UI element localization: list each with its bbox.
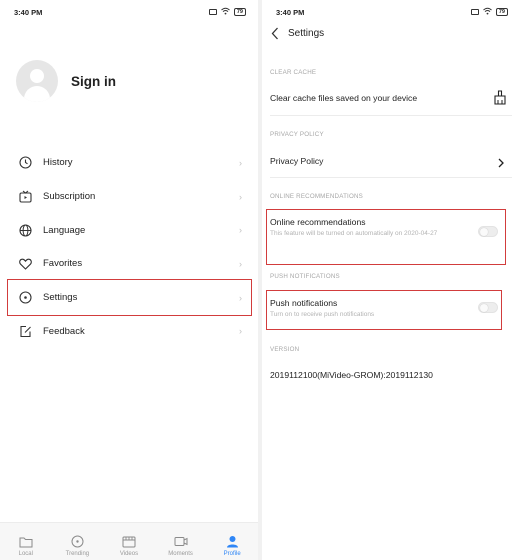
chevron-right-icon: › bbox=[239, 258, 242, 269]
menu-item-label: Language bbox=[43, 224, 86, 236]
sim-icon bbox=[470, 9, 479, 15]
push-notifications-label: Push notifications bbox=[270, 298, 338, 308]
status-time: 3:40 PM bbox=[14, 8, 43, 17]
chevron-right-icon bbox=[498, 155, 504, 173]
online-recommendations-label: Online recommendations bbox=[270, 217, 366, 227]
nav-label: Trending bbox=[65, 551, 90, 557]
video-grid-icon bbox=[122, 535, 136, 548]
broom-icon bbox=[494, 90, 506, 110]
section-clear-cache: CLEAR CACHE bbox=[270, 69, 317, 76]
sim-icon bbox=[208, 9, 217, 15]
profile-screen: 3:40 PM 79 Sign in History › Subscriptio… bbox=[0, 0, 258, 560]
status-bar: 3:40 PM 79 bbox=[262, 0, 520, 22]
privacy-policy-label: Privacy Policy bbox=[270, 156, 324, 166]
chevron-right-icon: › bbox=[239, 191, 242, 202]
menu-item-label: Settings bbox=[43, 292, 78, 304]
push-notifications-subtitle: Turn on to receive push notifications bbox=[270, 311, 375, 318]
wifi-icon bbox=[483, 7, 492, 17]
nav-tab-moments[interactable]: Moments bbox=[155, 523, 207, 560]
back-arrow-icon[interactable] bbox=[268, 26, 282, 40]
subscription-icon bbox=[18, 190, 32, 204]
nav-tab-local[interactable]: Local bbox=[0, 523, 52, 560]
nav-tab-trending[interactable]: Trending bbox=[52, 523, 104, 560]
wifi-icon bbox=[221, 7, 230, 17]
online-recommendations-toggle[interactable] bbox=[478, 226, 498, 237]
nav-tab-videos[interactable]: Videos bbox=[103, 523, 155, 560]
chevron-right-icon: › bbox=[239, 157, 242, 168]
nav-label: Videos bbox=[119, 551, 139, 557]
chevron-right-icon: › bbox=[239, 225, 242, 236]
chevron-right-icon: › bbox=[239, 326, 242, 337]
push-notifications-toggle[interactable] bbox=[478, 302, 498, 313]
menu-item-label: Feedback bbox=[43, 325, 85, 337]
clear-cache-label: Clear cache files saved on your device bbox=[270, 93, 418, 103]
profile-header[interactable]: Sign in bbox=[16, 60, 116, 102]
nav-label: Local bbox=[18, 551, 33, 557]
avatar[interactable] bbox=[16, 60, 58, 102]
online-recommendations-subtitle: This feature will be turned on automatic… bbox=[270, 230, 438, 237]
section-privacy-policy: PRIVACY POLICY bbox=[270, 131, 324, 138]
heart-icon bbox=[18, 257, 32, 271]
camera-icon bbox=[174, 535, 188, 548]
clock-icon bbox=[18, 156, 32, 170]
status-bar: 3:40 PM 79 bbox=[0, 0, 258, 22]
page-title: Settings bbox=[288, 27, 325, 39]
menu-item-label: History bbox=[43, 157, 73, 169]
folder-icon bbox=[19, 535, 33, 548]
gear-icon bbox=[18, 291, 32, 305]
bottom-nav: Local Trending Videos Moments Profile bbox=[0, 522, 258, 560]
settings-header: Settings bbox=[268, 26, 324, 40]
version-value: 2019112100(MiVideo-GROM):2019112130 bbox=[270, 370, 433, 380]
battery-icon: 79 bbox=[495, 8, 508, 16]
profile-menu: History › Subscription › Language › Favo… bbox=[0, 146, 258, 348]
chevron-right-icon: › bbox=[239, 292, 242, 303]
compass-icon bbox=[70, 535, 84, 548]
globe-icon bbox=[18, 223, 32, 237]
status-time: 3:40 PM bbox=[276, 8, 305, 17]
menu-item-subscription[interactable]: Subscription › bbox=[0, 180, 258, 214]
menu-item-label: Favorites bbox=[43, 258, 83, 270]
sign-in-label[interactable]: Sign in bbox=[71, 74, 116, 89]
section-version: VERSION bbox=[270, 346, 300, 353]
nav-label: Moments bbox=[168, 551, 193, 557]
menu-item-feedback[interactable]: Feedback › bbox=[0, 314, 258, 348]
section-push-notifications: PUSH NOTIFICATIONS bbox=[270, 273, 340, 280]
feedback-icon bbox=[18, 324, 32, 338]
menu-item-settings[interactable]: Settings › bbox=[0, 281, 258, 315]
menu-item-language[interactable]: Language › bbox=[0, 213, 258, 247]
nav-label: Profile bbox=[223, 551, 241, 557]
settings-screen: 3:40 PM 79 Settings CLEAR CACHE Clear ca… bbox=[262, 0, 520, 560]
menu-item-favorites[interactable]: Favorites › bbox=[0, 247, 258, 281]
menu-item-history[interactable]: History › bbox=[0, 146, 258, 180]
menu-item-label: Subscription bbox=[43, 191, 96, 203]
nav-tab-profile[interactable]: Profile bbox=[206, 523, 258, 560]
battery-icon: 79 bbox=[233, 8, 246, 16]
section-online-recommendations: ONLINE RECOMMENDATIONS bbox=[270, 193, 363, 200]
person-icon bbox=[225, 535, 239, 548]
